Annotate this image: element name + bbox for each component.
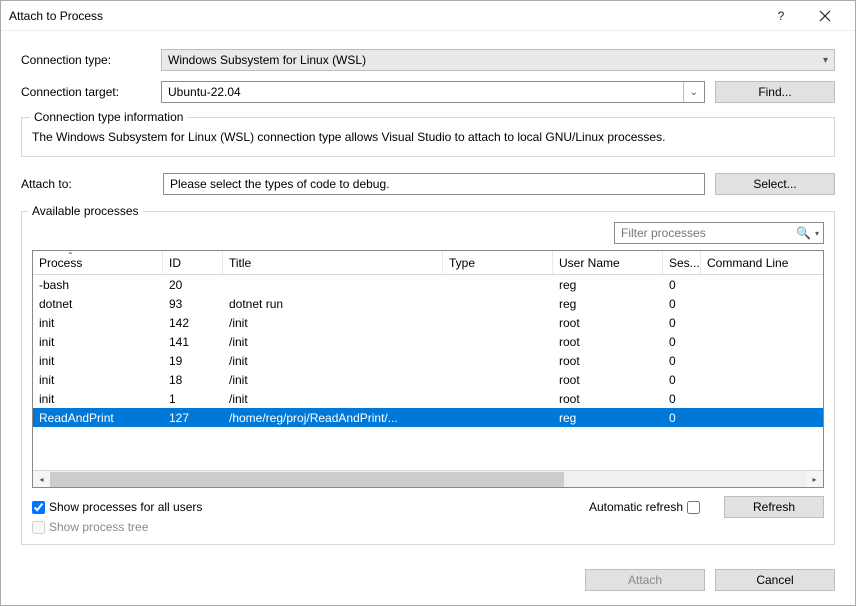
chevron-down-icon: ▾ — [823, 55, 828, 66]
find-button[interactable]: Find... — [715, 81, 835, 103]
col-type[interactable]: Type — [443, 251, 553, 274]
table-row[interactable]: init142/initroot0 — [33, 313, 823, 332]
select-button[interactable]: Select... — [715, 173, 835, 195]
table-row[interactable]: init141/initroot0 — [33, 332, 823, 351]
type-info-legend: Connection type information — [30, 110, 187, 124]
col-user[interactable]: User Name — [553, 251, 663, 274]
automatic-refresh-checkbox[interactable]: Automatic refresh — [589, 500, 704, 514]
cancel-button[interactable]: Cancel — [715, 569, 835, 591]
table-row[interactable]: init18/initroot0 — [33, 370, 823, 389]
scroll-left-icon[interactable]: ◂ — [33, 471, 50, 488]
col-command-line[interactable]: Command Line — [701, 251, 823, 274]
help-button[interactable]: ? — [759, 1, 803, 31]
search-icon: 🔍 — [796, 226, 811, 240]
table-row[interactable]: -bash20reg0 — [33, 275, 823, 294]
table-row[interactable]: ReadAndPrint127/home/reg/proj/ReadAndPri… — [33, 408, 823, 427]
attach-to-label: Attach to: — [21, 177, 161, 191]
attach-button[interactable]: Attach — [585, 569, 705, 591]
connection-type-dropdown[interactable]: Windows Subsystem for Linux (WSL) ▾ — [161, 49, 835, 71]
connection-target-label: Connection target: — [21, 85, 161, 99]
horizontal-scrollbar[interactable]: ◂ ▸ — [33, 470, 823, 487]
show-process-tree-checkbox: Show process tree — [32, 520, 148, 534]
scroll-right-icon[interactable]: ▸ — [806, 471, 823, 488]
sort-asc-icon: ⌃ — [67, 251, 74, 260]
col-session[interactable]: Ses... — [663, 251, 701, 274]
attach-to-value: Please select the types of code to debug… — [163, 173, 705, 195]
process-table: Process⌃ ID Title Type User Name Ses... … — [32, 250, 824, 488]
table-row[interactable]: init1/initroot0 — [33, 389, 823, 408]
close-icon — [819, 10, 831, 22]
show-all-users-checkbox[interactable]: Show processes for all users — [32, 500, 202, 514]
connection-target-combo[interactable]: Ubuntu-22.04 ⌄ — [161, 81, 705, 103]
type-info-text: The Windows Subsystem for Linux (WSL) co… — [32, 130, 824, 144]
col-title[interactable]: Title — [223, 251, 443, 274]
chevron-down-icon: ⌄ — [683, 82, 698, 102]
refresh-button[interactable]: Refresh — [724, 496, 824, 518]
filter-input-wrap[interactable]: 🔍 ▾ — [614, 222, 824, 244]
connection-type-label: Connection type: — [21, 53, 161, 67]
dialog-title: Attach to Process — [9, 9, 759, 23]
connection-type-value: Windows Subsystem for Linux (WSL) — [168, 53, 366, 67]
table-row[interactable]: init19/initroot0 — [33, 351, 823, 370]
filter-input[interactable] — [621, 226, 796, 240]
connection-target-value: Ubuntu-22.04 — [168, 85, 241, 99]
col-id[interactable]: ID — [163, 251, 223, 274]
close-button[interactable] — [803, 1, 847, 31]
chevron-down-icon: ▾ — [815, 229, 819, 238]
col-process[interactable]: Process⌃ — [33, 251, 163, 274]
table-row[interactable]: dotnet93dotnet runreg0 — [33, 294, 823, 313]
available-legend: Available processes — [28, 204, 143, 218]
